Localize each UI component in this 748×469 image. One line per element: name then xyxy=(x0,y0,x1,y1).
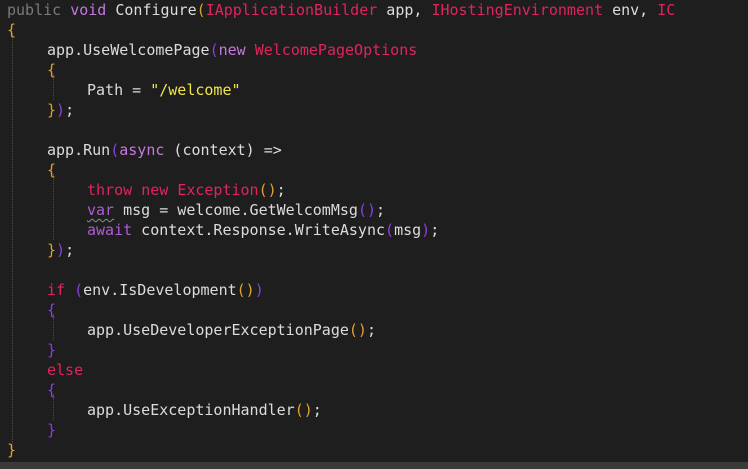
paren-open: ( xyxy=(74,281,84,299)
code-line-13[interactable]: if (env.IsDevelopment()) xyxy=(47,280,264,300)
keyword-var: var xyxy=(87,201,115,219)
parens: () xyxy=(357,201,376,219)
keyword-throw: throw xyxy=(87,181,133,199)
code-line-5[interactable]: Path = "/welcome" xyxy=(87,80,241,100)
call-text: app.Run xyxy=(47,141,111,159)
brace-open: { xyxy=(47,161,57,179)
semicolon: ; xyxy=(376,201,386,219)
string-literal: "/welcome" xyxy=(150,81,241,99)
parens: () xyxy=(294,401,313,419)
paren-close: ) xyxy=(254,281,264,299)
keyword-async: async xyxy=(119,141,165,159)
argument-text: msg xyxy=(394,221,422,239)
param-text: app, xyxy=(377,1,432,19)
type-exception: Exception xyxy=(177,181,259,199)
brace-open: { xyxy=(47,61,57,79)
brace-close: } xyxy=(47,421,57,439)
semicolon: ; xyxy=(65,241,75,259)
horizontal-scrollbar[interactable] xyxy=(0,462,748,469)
semicolon: ; xyxy=(312,401,322,419)
keyword-new: new xyxy=(141,181,169,199)
code-line-9[interactable]: throw new Exception(); xyxy=(87,180,286,200)
paren-open: ( xyxy=(110,141,120,159)
keyword-public: public xyxy=(7,1,62,19)
code-line-4[interactable]: { xyxy=(47,60,56,80)
paren-close: ) xyxy=(56,241,66,259)
code-line-1[interactable]: public void Configure(IApplicationBuilde… xyxy=(7,0,675,20)
brace-close: } xyxy=(47,341,57,359)
code-line-11[interactable]: await context.Response.WriteAsync(msg); xyxy=(87,220,439,240)
brace-close: } xyxy=(47,101,57,119)
code-line-12[interactable]: }); xyxy=(47,240,74,260)
keyword-new: new xyxy=(218,41,246,59)
condition-text: env.IsDevelopment xyxy=(83,281,237,299)
statement-text: context.Response.WriteAsync xyxy=(132,221,386,239)
brace-open: { xyxy=(47,381,57,399)
keyword-void: void xyxy=(70,1,107,19)
paren-close: ) xyxy=(56,101,66,119)
code-line-19[interactable]: app.UseExceptionHandler(); xyxy=(87,400,322,420)
code-line-18[interactable]: { xyxy=(47,380,56,400)
type-welcomepageoptions: WelcomePageOptions xyxy=(254,41,418,59)
property-assign: Path = xyxy=(87,81,151,99)
code-line-7[interactable]: app.Run(async (context) => xyxy=(47,140,282,160)
code-line-15[interactable]: app.UseDeveloperExceptionPage(); xyxy=(87,320,376,340)
indent-guide xyxy=(12,34,13,450)
code-line-8[interactable]: { xyxy=(47,160,56,180)
paren-close: ) xyxy=(421,221,431,239)
parens: () xyxy=(348,321,367,339)
type-iapplicationbuilder: IApplicationBuilder xyxy=(205,1,378,19)
code-line-6[interactable]: }); xyxy=(47,100,74,120)
code-line-21[interactable]: } xyxy=(7,440,16,460)
paren-open: ( xyxy=(209,41,219,59)
semicolon: ; xyxy=(276,181,286,199)
code-line-14[interactable]: { xyxy=(47,300,56,320)
brace-close: } xyxy=(7,441,17,459)
semicolon: ; xyxy=(430,221,440,239)
code-line-3[interactable]: app.UseWelcomePage(new WelcomePageOption… xyxy=(47,40,417,60)
semicolon: ; xyxy=(65,101,75,119)
code-line-10[interactable]: var msg = welcome.GetWelcomMsg(); xyxy=(87,200,385,220)
statement-text: msg = welcome.GetWelcomMsg xyxy=(114,201,358,219)
param-text: env, xyxy=(603,1,658,19)
lambda-text: (context) => xyxy=(164,141,282,159)
brace-open: { xyxy=(7,21,17,39)
code-line-2[interactable]: { xyxy=(7,20,16,40)
parens: () xyxy=(236,281,255,299)
paren-open: ( xyxy=(196,1,206,19)
brace-open: { xyxy=(47,301,57,319)
paren-open: ( xyxy=(385,221,395,239)
type-ihostingenvironment: IHostingEnvironment xyxy=(431,1,604,19)
call-text: app.UseExceptionHandler xyxy=(87,401,295,419)
semicolon: ; xyxy=(366,321,376,339)
brace-close: } xyxy=(47,241,57,259)
keyword-if: if xyxy=(47,281,66,299)
keyword-else: else xyxy=(47,361,84,379)
code-line-20[interactable]: } xyxy=(47,420,56,440)
call-text: app.UseDeveloperExceptionPage xyxy=(87,321,349,339)
code-line-16[interactable]: } xyxy=(47,340,56,360)
indent-guide xyxy=(53,174,54,240)
parens: () xyxy=(258,181,277,199)
type-truncated: IC xyxy=(657,1,676,19)
method-name: Configure xyxy=(115,1,197,19)
code-editor[interactable]: public void Configure(IApplicationBuilde… xyxy=(0,0,748,462)
keyword-await: await xyxy=(87,221,133,239)
call-text: app.UseWelcomePage xyxy=(47,41,210,59)
code-line-17[interactable]: else xyxy=(47,360,83,380)
